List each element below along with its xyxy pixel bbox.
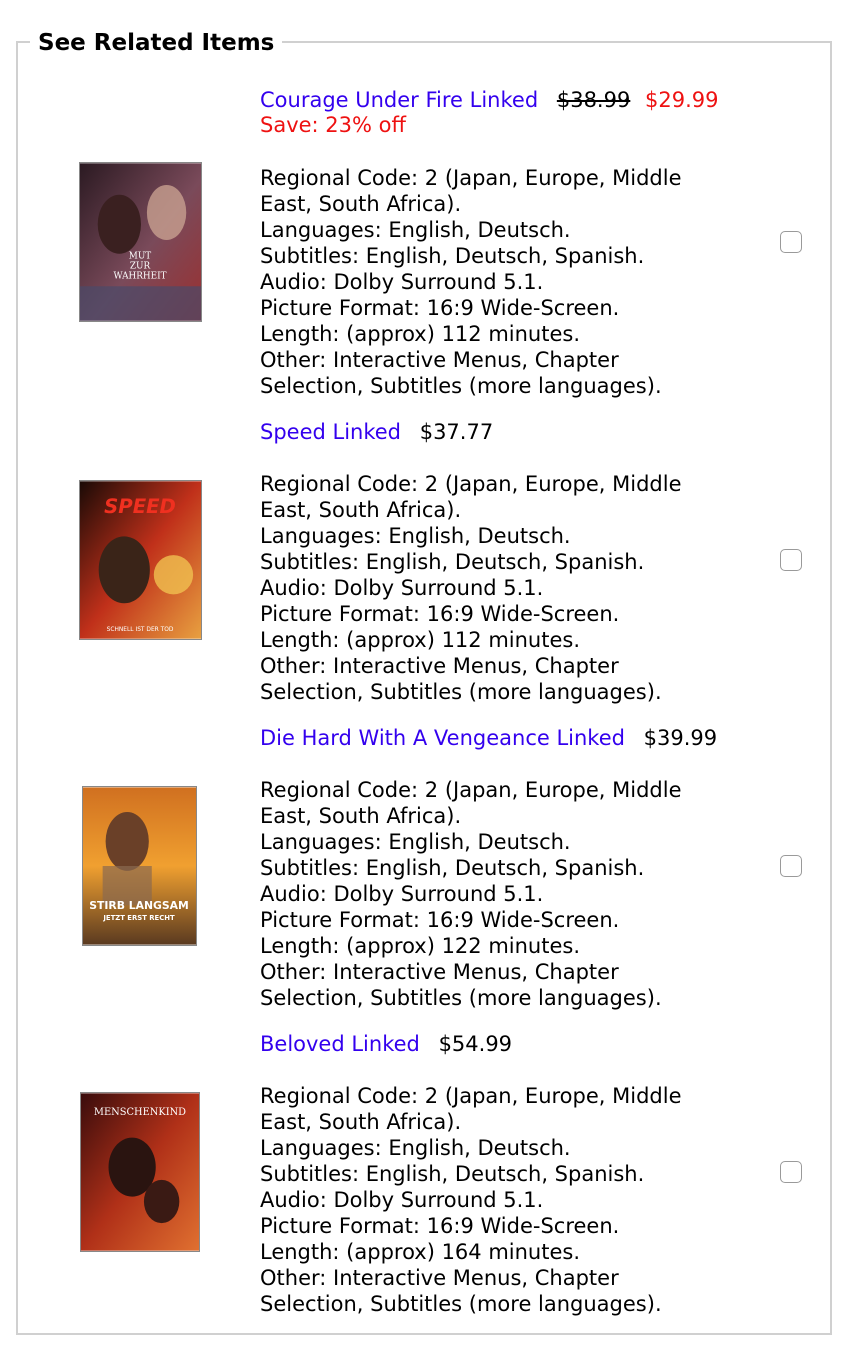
item-details: Regional Code: 2 (Japan, Europe, Middle … — [260, 166, 682, 398]
item-title-link[interactable]: Beloved Linked — [260, 1032, 420, 1056]
dvd-cover-image[interactable]: MENSCHENKIND — [80, 1092, 200, 1252]
item-title-link[interactable]: Courage Under Fire Linked — [260, 88, 538, 112]
discount-text: Save: 23% off — [260, 113, 406, 137]
item-price: $54.99 — [438, 1032, 513, 1056]
dvd-cover-image[interactable]: STIRB LANGSAM JETZT ERST RECHT — [82, 786, 197, 946]
dvd-cover-image[interactable]: MUT ZUR WAHRHEIT — [79, 162, 202, 322]
cover-title-text: MENSCHENKIND — [94, 1107, 186, 1118]
item-title-link[interactable]: Die Hard With A Vengeance Linked — [260, 726, 625, 750]
dvd-cover-image[interactable]: SPEED SCHNELL IST DER TOD — [79, 480, 202, 640]
cover-tagline-text: SCHNELL IST DER TOD — [107, 627, 174, 633]
select-item-checkbox[interactable] — [780, 231, 802, 253]
item-title-link[interactable]: Speed Linked — [260, 420, 401, 444]
cover-title-text: WAHRHEIT — [114, 271, 167, 281]
select-item-checkbox[interactable] — [780, 1161, 802, 1183]
cover-tagline-text: JETZT ERST RECHT — [102, 914, 175, 922]
select-item-checkbox[interactable] — [780, 549, 802, 571]
item-price: $39.99 — [643, 726, 718, 750]
select-item-checkbox[interactable] — [780, 855, 802, 877]
cover-title-text: STIRB LANGSAM — [89, 899, 188, 912]
cover-title-text: ZUR — [130, 262, 151, 272]
item-details: Regional Code: 2 (Japan, Europe, Middle … — [260, 778, 682, 1010]
item-details: Regional Code: 2 (Japan, Europe, Middle … — [260, 1084, 682, 1316]
section-legend: See Related Items — [30, 28, 283, 58]
item-price: $37.77 — [419, 420, 494, 444]
original-price: $38.99 — [556, 88, 631, 112]
cover-title-text: MUT — [129, 252, 152, 262]
cover-title-text: SPEED — [104, 495, 176, 518]
sale-price: $29.99 — [645, 88, 719, 112]
item-details: Regional Code: 2 (Japan, Europe, Middle … — [260, 472, 682, 704]
